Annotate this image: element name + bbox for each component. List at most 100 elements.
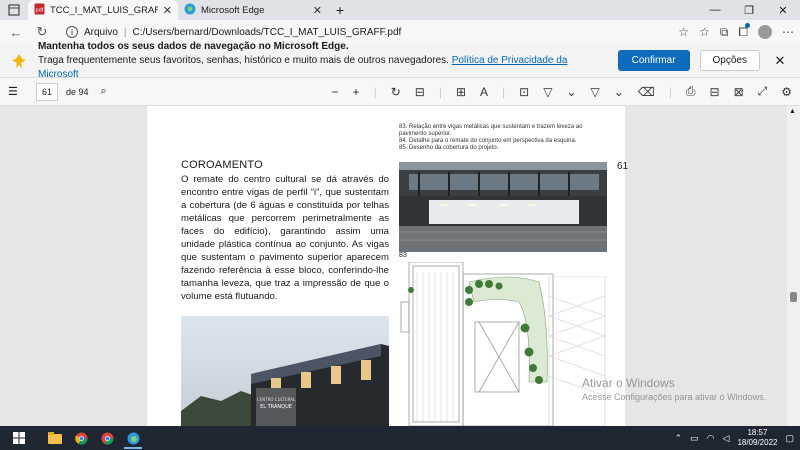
activation-watermark: Ativar o Windows Acesse Configurações pa… bbox=[582, 376, 766, 402]
confirm-button[interactable]: Confirmar bbox=[617, 50, 690, 71]
tab-title: TCC_I_MAT_LUIS_GRAFF.pdf bbox=[50, 4, 158, 16]
page-view-icon[interactable]: ⊞ bbox=[456, 85, 466, 99]
highlight-icon[interactable]: ▽ bbox=[591, 85, 600, 99]
pdf-tools: − + | ↻ ⊟ | ⊞ A | ⊡ ▽ ⌄ ▽ ⌄ ⌫ | ⎙ ⊟ ⊠ ⤢ … bbox=[332, 84, 792, 99]
time: 18:57 bbox=[747, 428, 768, 437]
clock[interactable]: 18:57 18/09/2022 bbox=[737, 428, 777, 448]
edge-icon bbox=[184, 3, 196, 18]
page-number-input[interactable]: 61 bbox=[36, 82, 58, 101]
add-text-icon[interactable]: ⊡ bbox=[519, 85, 529, 99]
close-icon[interactable]: ✕ bbox=[770, 53, 790, 69]
section-heading: COROAMENTO bbox=[181, 159, 263, 171]
new-tab-button[interactable]: + bbox=[328, 0, 352, 20]
tab-edge[interactable]: Microsoft Edge ✕ bbox=[178, 0, 328, 20]
close-tab-icon[interactable]: ✕ bbox=[163, 4, 172, 17]
figure-number: 83 bbox=[399, 252, 407, 259]
minimize-button[interactable]: — bbox=[698, 0, 732, 20]
close-window-button[interactable]: ✕ bbox=[766, 0, 800, 20]
caption-line: 84. Detalhe para o remate do conjunto em… bbox=[399, 138, 577, 144]
notification-text: Mantenha todos os seus dados de navegaçã… bbox=[38, 40, 608, 82]
pdf-viewer[interactable]: 83. Relação entre vigas metálicas que su… bbox=[0, 106, 800, 426]
extensions-icon[interactable]: ⧠ bbox=[738, 22, 750, 40]
scroll-up-icon[interactable]: ▲ bbox=[789, 108, 796, 115]
caption-line: pavimento superior. bbox=[399, 131, 452, 137]
start-button[interactable] bbox=[6, 427, 32, 449]
divider: | bbox=[438, 84, 442, 99]
caption-line: 83. Relação entre vigas metálicas que su… bbox=[399, 124, 583, 130]
chrome-icon[interactable] bbox=[68, 427, 94, 449]
network-icon[interactable]: ▭ bbox=[690, 433, 699, 444]
draw-icon[interactable]: ▽ bbox=[543, 85, 552, 99]
pin-icon bbox=[10, 52, 28, 70]
tab-pdf[interactable]: pdf TCC_I_MAT_LUIS_GRAFF.pdf ✕ bbox=[28, 0, 178, 20]
contents-list-icon[interactable]: ☰ bbox=[8, 85, 24, 98]
info-icon[interactable]: i bbox=[66, 26, 78, 38]
page-count: de 94 bbox=[66, 86, 89, 97]
refresh-button[interactable]: ↻ bbox=[32, 24, 52, 40]
watermark-title: Ativar o Windows bbox=[582, 376, 675, 390]
settings-gear-icon[interactable]: ⚙ bbox=[781, 85, 792, 99]
caption-line: 85. Desenho da cobertura do projeto. bbox=[399, 145, 499, 151]
figure-captions: 83. Relação entre vigas metálicas que su… bbox=[399, 124, 609, 152]
system-tray: ⌃ ▭ ◠ ◁ 18:57 18/09/2022 ▢ bbox=[675, 428, 794, 448]
divider: | bbox=[502, 84, 506, 99]
chevron-down-icon[interactable]: ⌄ bbox=[566, 85, 576, 99]
url-text[interactable]: C:/Users/bernard/Downloads/TCC_I_MAT_LUI… bbox=[133, 27, 665, 38]
wifi-icon[interactable]: ◠ bbox=[707, 433, 715, 444]
vertical-scrollbar[interactable]: ▲ bbox=[787, 106, 800, 426]
volume-icon[interactable]: ◁ bbox=[723, 433, 730, 444]
svg-text:CENTRO CULTURAL: CENTRO CULTURAL bbox=[257, 397, 296, 402]
date: 18/09/2022 bbox=[737, 438, 778, 447]
pdf-page: 83. Relação entre vigas metálicas que su… bbox=[147, 106, 629, 426]
tab-title: Microsoft Edge bbox=[201, 4, 265, 16]
watermark-subtitle: Acesse Configurações para ativar o Windo… bbox=[582, 392, 767, 402]
body-paragraph: O remate do centro cultural se dá atravé… bbox=[181, 174, 389, 302]
erase-icon[interactable]: ⌫ bbox=[638, 85, 655, 99]
zoom-in-icon[interactable]: + bbox=[353, 85, 360, 99]
close-tab-icon[interactable]: ✕ bbox=[313, 4, 322, 17]
import-notification-bar: Mantenha todos os seus dados de navegaçã… bbox=[0, 41, 800, 80]
page-number: 61 bbox=[617, 161, 629, 172]
divider: | bbox=[668, 84, 672, 99]
collections-icon[interactable]: ⧉ bbox=[720, 25, 729, 40]
notification-message: Traga frequentemente seus favoritos, sen… bbox=[38, 54, 449, 66]
window-menu-icon[interactable] bbox=[0, 0, 28, 20]
fullscreen-icon[interactable]: ⤢ bbox=[758, 84, 768, 99]
tab-strip: pdf TCC_I_MAT_LUIS_GRAFF.pdf ✕ Microsoft… bbox=[0, 0, 800, 20]
facade-elevation-drawing bbox=[547, 275, 607, 426]
chevron-down-icon[interactable]: ⌄ bbox=[614, 85, 624, 99]
more-icon[interactable]: ⋯ bbox=[782, 25, 794, 39]
search-icon[interactable]: ⌕ bbox=[101, 85, 107, 98]
save-as-icon[interactable]: ⊠ bbox=[734, 85, 744, 99]
scrollbar-thumb[interactable] bbox=[790, 292, 797, 302]
save-icon[interactable]: ⊟ bbox=[710, 85, 720, 99]
svg-text:pdf: pdf bbox=[35, 7, 43, 13]
edge-taskbar-icon[interactable] bbox=[120, 427, 146, 449]
rotate-icon[interactable]: ↻ bbox=[391, 85, 401, 99]
print-icon[interactable]: ⎙ bbox=[686, 84, 696, 99]
chevron-up-icon[interactable]: ⌃ bbox=[675, 433, 683, 444]
favorite-star-icon[interactable]: ☆ bbox=[678, 25, 689, 39]
window-controls: — ❐ ✕ bbox=[698, 0, 800, 20]
notifications-icon[interactable]: ▢ bbox=[785, 433, 794, 444]
favorites-icon[interactable]: ☆ bbox=[699, 25, 710, 39]
avatar[interactable] bbox=[758, 25, 772, 39]
zoom-out-icon[interactable]: − bbox=[332, 85, 339, 99]
maximize-button[interactable]: ❐ bbox=[732, 0, 766, 20]
pdf-icon: pdf bbox=[34, 3, 45, 18]
divider: | bbox=[373, 84, 377, 99]
building-photo-dusk: CENTRO CULTURAL EL TRANQUE bbox=[181, 316, 389, 426]
back-button[interactable]: ← bbox=[6, 25, 26, 40]
windows-taskbar: ⌃ ▭ ◠ ◁ 18:57 18/09/2022 ▢ bbox=[0, 426, 800, 450]
browser-toolbar: ☆ ☆ ⧉ ⧠ ⋯ bbox=[678, 22, 794, 40]
fit-page-icon[interactable]: ⊟ bbox=[415, 85, 425, 99]
read-aloud-icon[interactable]: A bbox=[480, 85, 488, 99]
protocol-label: Arquivo bbox=[84, 26, 118, 38]
pdf-toolbar: ☰ 61 de 94 ⌕ − + | ↻ ⊟ | ⊞ A | ⊡ ▽ ⌄ ▽ ⌄… bbox=[0, 78, 800, 106]
building-photo-night bbox=[399, 162, 607, 252]
file-explorer-icon[interactable] bbox=[42, 427, 68, 449]
notification-title: Mantenha todos os seus dados de navegaçã… bbox=[38, 40, 349, 52]
chrome-icon[interactable] bbox=[94, 427, 120, 449]
options-button[interactable]: Opções bbox=[699, 50, 760, 71]
svg-text:EL TRANQUE: EL TRANQUE bbox=[260, 404, 292, 410]
